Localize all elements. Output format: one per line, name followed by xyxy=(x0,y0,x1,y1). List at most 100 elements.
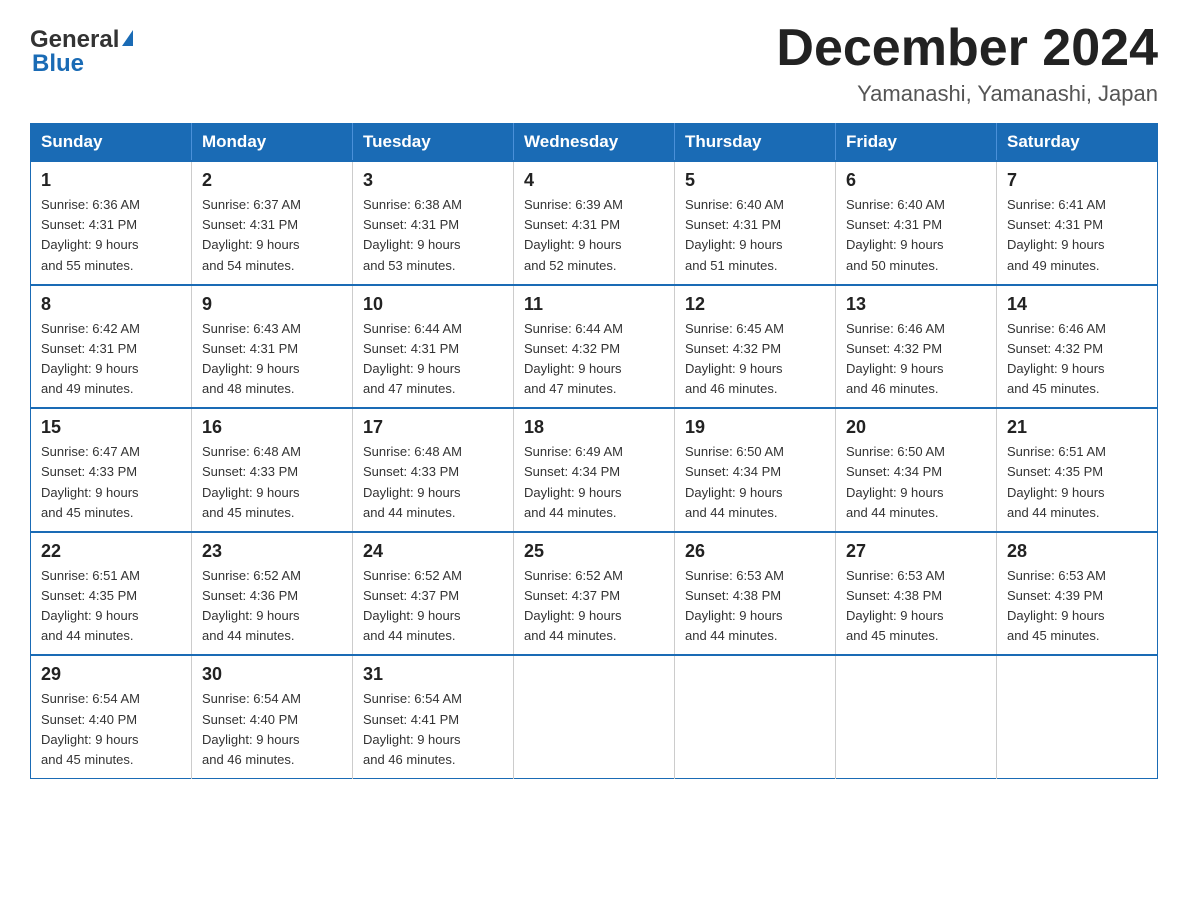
day-number: 21 xyxy=(1007,417,1147,438)
calendar-cell: 24 Sunrise: 6:52 AM Sunset: 4:37 PM Dayl… xyxy=(353,532,514,656)
day-info: Sunrise: 6:44 AM Sunset: 4:32 PM Dayligh… xyxy=(524,319,664,400)
day-number: 9 xyxy=(202,294,342,315)
day-info: Sunrise: 6:52 AM Sunset: 4:36 PM Dayligh… xyxy=(202,566,342,647)
calendar-cell: 27 Sunrise: 6:53 AM Sunset: 4:38 PM Dayl… xyxy=(836,532,997,656)
calendar-cell: 21 Sunrise: 6:51 AM Sunset: 4:35 PM Dayl… xyxy=(997,408,1158,532)
col-header-thursday: Thursday xyxy=(675,124,836,162)
calendar-cell: 31 Sunrise: 6:54 AM Sunset: 4:41 PM Dayl… xyxy=(353,655,514,778)
day-info: Sunrise: 6:51 AM Sunset: 4:35 PM Dayligh… xyxy=(1007,442,1147,523)
logo-triangle-icon xyxy=(122,30,133,46)
day-number: 18 xyxy=(524,417,664,438)
calendar-cell: 22 Sunrise: 6:51 AM Sunset: 4:35 PM Dayl… xyxy=(31,532,192,656)
calendar-cell: 19 Sunrise: 6:50 AM Sunset: 4:34 PM Dayl… xyxy=(675,408,836,532)
day-number: 7 xyxy=(1007,170,1147,191)
day-info: Sunrise: 6:45 AM Sunset: 4:32 PM Dayligh… xyxy=(685,319,825,400)
day-info: Sunrise: 6:48 AM Sunset: 4:33 PM Dayligh… xyxy=(202,442,342,523)
day-number: 29 xyxy=(41,664,181,685)
calendar-cell xyxy=(997,655,1158,778)
day-number: 28 xyxy=(1007,541,1147,562)
day-number: 15 xyxy=(41,417,181,438)
calendar-cell: 17 Sunrise: 6:48 AM Sunset: 4:33 PM Dayl… xyxy=(353,408,514,532)
calendar-week-row: 22 Sunrise: 6:51 AM Sunset: 4:35 PM Dayl… xyxy=(31,532,1158,656)
day-info: Sunrise: 6:49 AM Sunset: 4:34 PM Dayligh… xyxy=(524,442,664,523)
calendar-cell: 10 Sunrise: 6:44 AM Sunset: 4:31 PM Dayl… xyxy=(353,285,514,409)
day-number: 5 xyxy=(685,170,825,191)
day-number: 26 xyxy=(685,541,825,562)
calendar-cell: 18 Sunrise: 6:49 AM Sunset: 4:34 PM Dayl… xyxy=(514,408,675,532)
day-info: Sunrise: 6:47 AM Sunset: 4:33 PM Dayligh… xyxy=(41,442,181,523)
calendar-cell: 28 Sunrise: 6:53 AM Sunset: 4:39 PM Dayl… xyxy=(997,532,1158,656)
day-info: Sunrise: 6:43 AM Sunset: 4:31 PM Dayligh… xyxy=(202,319,342,400)
calendar-cell: 7 Sunrise: 6:41 AM Sunset: 4:31 PM Dayli… xyxy=(997,161,1158,285)
day-info: Sunrise: 6:52 AM Sunset: 4:37 PM Dayligh… xyxy=(363,566,503,647)
day-info: Sunrise: 6:51 AM Sunset: 4:35 PM Dayligh… xyxy=(41,566,181,647)
calendar-cell: 5 Sunrise: 6:40 AM Sunset: 4:31 PM Dayli… xyxy=(675,161,836,285)
day-number: 11 xyxy=(524,294,664,315)
calendar-cell xyxy=(836,655,997,778)
calendar-cell: 14 Sunrise: 6:46 AM Sunset: 4:32 PM Dayl… xyxy=(997,285,1158,409)
calendar-cell: 6 Sunrise: 6:40 AM Sunset: 4:31 PM Dayli… xyxy=(836,161,997,285)
calendar-cell: 3 Sunrise: 6:38 AM Sunset: 4:31 PM Dayli… xyxy=(353,161,514,285)
day-info: Sunrise: 6:38 AM Sunset: 4:31 PM Dayligh… xyxy=(363,195,503,276)
calendar-cell: 4 Sunrise: 6:39 AM Sunset: 4:31 PM Dayli… xyxy=(514,161,675,285)
logo-general-text: General xyxy=(30,28,119,52)
calendar-table: Sunday Monday Tuesday Wednesday Thursday… xyxy=(30,123,1158,779)
calendar-cell: 29 Sunrise: 6:54 AM Sunset: 4:40 PM Dayl… xyxy=(31,655,192,778)
calendar-cell: 26 Sunrise: 6:53 AM Sunset: 4:38 PM Dayl… xyxy=(675,532,836,656)
calendar-week-row: 8 Sunrise: 6:42 AM Sunset: 4:31 PM Dayli… xyxy=(31,285,1158,409)
calendar-cell: 13 Sunrise: 6:46 AM Sunset: 4:32 PM Dayl… xyxy=(836,285,997,409)
logo-blue-text: Blue xyxy=(32,50,84,78)
calendar-cell xyxy=(675,655,836,778)
day-number: 31 xyxy=(363,664,503,685)
calendar-week-row: 29 Sunrise: 6:54 AM Sunset: 4:40 PM Dayl… xyxy=(31,655,1158,778)
calendar-cell: 16 Sunrise: 6:48 AM Sunset: 4:33 PM Dayl… xyxy=(192,408,353,532)
day-number: 22 xyxy=(41,541,181,562)
day-number: 4 xyxy=(524,170,664,191)
day-info: Sunrise: 6:40 AM Sunset: 4:31 PM Dayligh… xyxy=(846,195,986,276)
calendar-week-row: 1 Sunrise: 6:36 AM Sunset: 4:31 PM Dayli… xyxy=(31,161,1158,285)
day-number: 23 xyxy=(202,541,342,562)
day-info: Sunrise: 6:53 AM Sunset: 4:38 PM Dayligh… xyxy=(846,566,986,647)
page-header: General Blue December 2024 Yamanashi, Ya… xyxy=(30,20,1158,107)
calendar-cell: 23 Sunrise: 6:52 AM Sunset: 4:36 PM Dayl… xyxy=(192,532,353,656)
calendar-cell xyxy=(514,655,675,778)
calendar-cell: 25 Sunrise: 6:52 AM Sunset: 4:37 PM Dayl… xyxy=(514,532,675,656)
col-header-tuesday: Tuesday xyxy=(353,124,514,162)
calendar-title: December 2024 xyxy=(776,20,1158,77)
day-info: Sunrise: 6:44 AM Sunset: 4:31 PM Dayligh… xyxy=(363,319,503,400)
col-header-sunday: Sunday xyxy=(31,124,192,162)
day-info: Sunrise: 6:54 AM Sunset: 4:40 PM Dayligh… xyxy=(202,689,342,770)
day-info: Sunrise: 6:41 AM Sunset: 4:31 PM Dayligh… xyxy=(1007,195,1147,276)
calendar-cell: 15 Sunrise: 6:47 AM Sunset: 4:33 PM Dayl… xyxy=(31,408,192,532)
calendar-cell: 1 Sunrise: 6:36 AM Sunset: 4:31 PM Dayli… xyxy=(31,161,192,285)
day-info: Sunrise: 6:42 AM Sunset: 4:31 PM Dayligh… xyxy=(41,319,181,400)
calendar-cell: 8 Sunrise: 6:42 AM Sunset: 4:31 PM Dayli… xyxy=(31,285,192,409)
day-info: Sunrise: 6:53 AM Sunset: 4:39 PM Dayligh… xyxy=(1007,566,1147,647)
calendar-week-row: 15 Sunrise: 6:47 AM Sunset: 4:33 PM Dayl… xyxy=(31,408,1158,532)
day-info: Sunrise: 6:37 AM Sunset: 4:31 PM Dayligh… xyxy=(202,195,342,276)
calendar-subtitle: Yamanashi, Yamanashi, Japan xyxy=(776,81,1158,107)
col-header-saturday: Saturday xyxy=(997,124,1158,162)
calendar-cell: 30 Sunrise: 6:54 AM Sunset: 4:40 PM Dayl… xyxy=(192,655,353,778)
calendar-cell: 12 Sunrise: 6:45 AM Sunset: 4:32 PM Dayl… xyxy=(675,285,836,409)
day-info: Sunrise: 6:50 AM Sunset: 4:34 PM Dayligh… xyxy=(685,442,825,523)
calendar-header-row: Sunday Monday Tuesday Wednesday Thursday… xyxy=(31,124,1158,162)
day-info: Sunrise: 6:36 AM Sunset: 4:31 PM Dayligh… xyxy=(41,195,181,276)
day-number: 25 xyxy=(524,541,664,562)
day-number: 1 xyxy=(41,170,181,191)
day-info: Sunrise: 6:48 AM Sunset: 4:33 PM Dayligh… xyxy=(363,442,503,523)
calendar-cell: 2 Sunrise: 6:37 AM Sunset: 4:31 PM Dayli… xyxy=(192,161,353,285)
calendar-cell: 11 Sunrise: 6:44 AM Sunset: 4:32 PM Dayl… xyxy=(514,285,675,409)
day-number: 8 xyxy=(41,294,181,315)
day-number: 2 xyxy=(202,170,342,191)
calendar-cell: 20 Sunrise: 6:50 AM Sunset: 4:34 PM Dayl… xyxy=(836,408,997,532)
col-header-wednesday: Wednesday xyxy=(514,124,675,162)
day-info: Sunrise: 6:53 AM Sunset: 4:38 PM Dayligh… xyxy=(685,566,825,647)
day-info: Sunrise: 6:54 AM Sunset: 4:40 PM Dayligh… xyxy=(41,689,181,770)
day-number: 24 xyxy=(363,541,503,562)
day-number: 30 xyxy=(202,664,342,685)
day-number: 20 xyxy=(846,417,986,438)
day-info: Sunrise: 6:46 AM Sunset: 4:32 PM Dayligh… xyxy=(846,319,986,400)
col-header-monday: Monday xyxy=(192,124,353,162)
day-info: Sunrise: 6:39 AM Sunset: 4:31 PM Dayligh… xyxy=(524,195,664,276)
